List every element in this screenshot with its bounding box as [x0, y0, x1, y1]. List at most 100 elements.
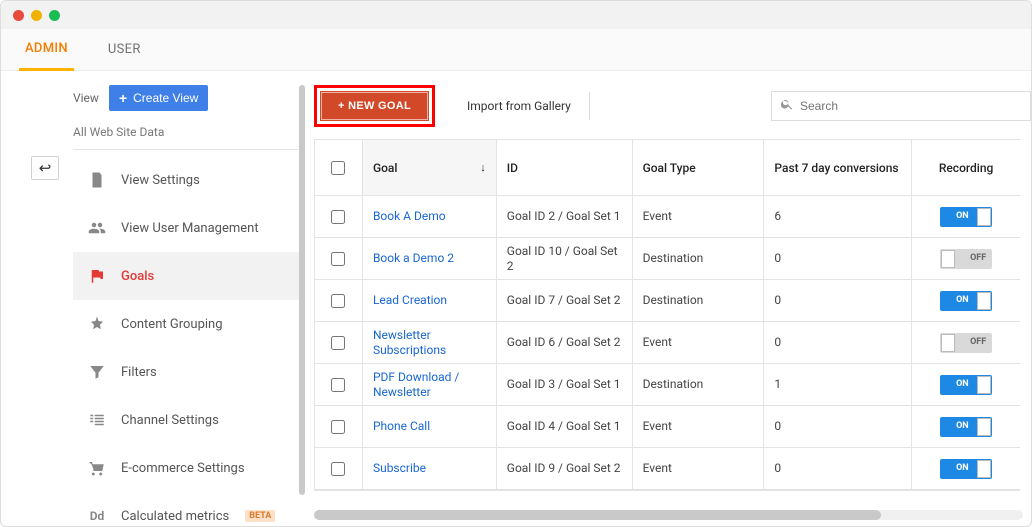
sidebar-item-label: View User Management: [121, 221, 259, 236]
sidebar-item-label: Filters: [121, 365, 157, 380]
sidebar-item-goals[interactable]: Goals: [73, 252, 301, 300]
metrics-icon: Dd: [87, 506, 107, 526]
goal-type: Event: [633, 322, 765, 364]
row-checkbox[interactable]: [331, 294, 345, 308]
document-icon: [87, 170, 107, 190]
sidebar-item-ecommerce[interactable]: E-commerce Settings: [73, 444, 301, 492]
recording-toggle[interactable]: ON: [940, 375, 992, 395]
table-row: PDF Download / Newsletter Goal ID 3 / Goa…: [315, 364, 1020, 406]
th-id[interactable]: ID: [497, 140, 633, 196]
row-checkbox[interactable]: [331, 420, 345, 434]
recording-toggle[interactable]: ON: [940, 207, 992, 227]
sidebar-item-label: Calculated metrics: [121, 509, 229, 524]
table-row: Newsletter Subscriptions Goal ID 6 / Goal…: [315, 322, 1020, 364]
table-row: SubscribeGoal ID 9 / Goal Set 2Event0ON: [315, 448, 1020, 490]
goal-type: Destination: [633, 364, 765, 406]
window-min-dot[interactable]: [31, 10, 42, 21]
goal-id: Goal ID 3 / Goal Set 1: [497, 364, 633, 406]
recording-toggle[interactable]: ON: [940, 291, 992, 311]
goal-conversions: 1: [764, 364, 912, 406]
row-checkbox[interactable]: [331, 252, 345, 266]
goal-link[interactable]: Phone Call: [373, 419, 430, 434]
goal-type: Event: [633, 406, 765, 448]
sidebar-scrollbar[interactable]: [299, 85, 305, 495]
view-label: View: [73, 91, 99, 105]
sidebar-item-label: Content Grouping: [121, 317, 223, 332]
th-conversions[interactable]: Past 7 day conversions: [764, 140, 912, 196]
row-checkbox[interactable]: [331, 378, 345, 392]
goal-conversions: 0: [764, 406, 912, 448]
goal-type: Event: [633, 196, 765, 238]
select-all-checkbox[interactable]: [331, 161, 345, 175]
goal-type: Event: [633, 448, 765, 490]
create-view-label: Create View: [133, 91, 198, 105]
goal-link[interactable]: Subscribe: [373, 461, 426, 476]
window-titlebar: [1, 1, 1031, 29]
back-button[interactable]: ↩: [31, 156, 59, 180]
goal-id: Goal ID 6 / Goal Set 2: [497, 322, 633, 364]
table-row: Lead Creation Goal ID 7 / Goal Set 2Desti…: [315, 280, 1020, 322]
cart-icon: [87, 458, 107, 478]
horizontal-scrollbar[interactable]: [314, 510, 1023, 520]
row-checkbox[interactable]: [331, 336, 345, 350]
sidebar-item-content-grouping[interactable]: Content Grouping: [73, 300, 301, 348]
search-icon: [780, 97, 794, 115]
recording-toggle[interactable]: OFF: [940, 333, 992, 353]
goal-link[interactable]: Newsletter Subscriptions: [373, 328, 486, 358]
sidebar: ↩ View + Create View All Web Site Data V…: [1, 71, 306, 526]
sidebar-item-label: View Settings: [121, 173, 200, 188]
search-box[interactable]: [771, 91, 1031, 121]
sidebar-item-view-settings[interactable]: View Settings: [73, 156, 301, 204]
sidebar-item-label: Goals: [121, 269, 154, 284]
recording-toggle[interactable]: ON: [940, 459, 992, 479]
goal-id: Goal ID 10 / Goal Set 2: [497, 238, 633, 280]
th-type[interactable]: Goal Type: [633, 140, 765, 196]
goal-id: Goal ID 2 / Goal Set 1: [497, 196, 633, 238]
th-check: [315, 140, 363, 196]
goal-id: Goal ID 7 / Goal Set 2: [497, 280, 633, 322]
recording-toggle[interactable]: OFF: [940, 249, 992, 269]
sidebar-item-label: E-commerce Settings: [121, 461, 245, 476]
import-gallery-link[interactable]: Import from Gallery: [449, 92, 590, 120]
goal-link[interactable]: Book A Demo: [373, 209, 446, 224]
recording-toggle[interactable]: ON: [940, 417, 992, 437]
channel-icon: [87, 410, 107, 430]
view-name: All Web Site Data: [73, 111, 301, 150]
users-icon: [87, 218, 107, 238]
goal-conversions: 0: [764, 322, 912, 364]
table-header: Goal↓ ID Goal Type Past 7 day conversion…: [315, 140, 1020, 196]
goal-link[interactable]: Lead Creation: [373, 293, 447, 308]
table-row: Book A Demo Goal ID 2 / Goal Set 1Event6 O…: [315, 196, 1020, 238]
filter-icon: [87, 362, 107, 382]
goal-type: Destination: [633, 280, 765, 322]
sidebar-item-filters[interactable]: Filters: [73, 348, 301, 396]
create-view-button[interactable]: + Create View: [109, 85, 208, 111]
main-content: + NEW GOAL Import from Gallery Goal↓ ID …: [306, 71, 1031, 526]
goal-id: Goal ID 9 / Goal Set 2: [497, 448, 633, 490]
goal-conversions: 0: [764, 238, 912, 280]
table-row: Book a Demo 2Goal ID 10 / Goal Set 2Dest…: [315, 238, 1020, 280]
sort-arrow-icon: ↓: [480, 161, 486, 174]
sidebar-item-channel-settings[interactable]: Channel Settings: [73, 396, 301, 444]
row-checkbox[interactable]: [331, 462, 345, 476]
goal-conversions: 6: [764, 196, 912, 238]
th-goal[interactable]: Goal↓: [363, 140, 497, 196]
search-input[interactable]: [800, 99, 1022, 113]
goal-id: Goal ID 4 / Goal Set 1: [497, 406, 633, 448]
flag-icon: [87, 266, 107, 286]
tab-admin[interactable]: ADMIN: [19, 29, 74, 71]
sidebar-item-user-management[interactable]: View User Management: [73, 204, 301, 252]
goals-table: Goal↓ ID Goal Type Past 7 day conversion…: [314, 139, 1020, 491]
goal-link[interactable]: PDF Download / Newsletter: [373, 370, 486, 400]
row-checkbox[interactable]: [331, 210, 345, 224]
sidebar-item-calculated-metrics[interactable]: Dd Calculated metrics BETA: [73, 492, 301, 526]
new-goal-button[interactable]: + NEW GOAL: [321, 92, 428, 120]
plus-icon: +: [119, 90, 127, 106]
window-max-dot[interactable]: [49, 10, 60, 21]
tab-user[interactable]: USER: [102, 30, 147, 69]
sidebar-menu: View Settings View User Management Goals…: [73, 156, 301, 526]
content-icon: [87, 314, 107, 334]
th-recording[interactable]: Recording: [912, 140, 1020, 196]
window-close-dot[interactable]: [13, 10, 24, 21]
goal-link[interactable]: Book a Demo 2: [373, 251, 454, 266]
